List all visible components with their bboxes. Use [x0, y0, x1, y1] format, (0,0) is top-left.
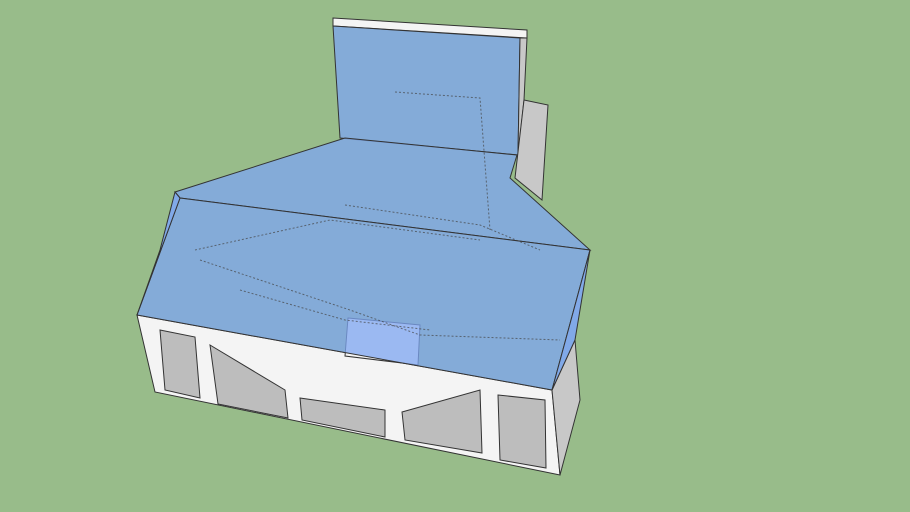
back-panel [332, 17, 528, 156]
model-viewport[interactable] [0, 0, 910, 512]
opening [497, 394, 547, 469]
opening [159, 329, 201, 399]
